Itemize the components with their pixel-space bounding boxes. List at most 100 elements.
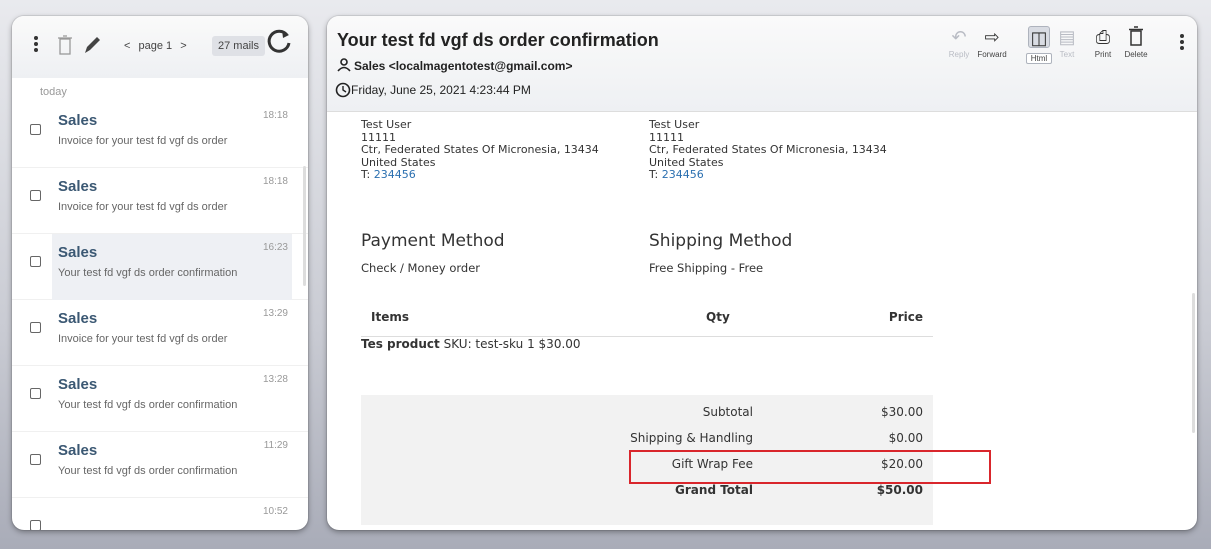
select-checkbox[interactable]	[30, 454, 41, 465]
text-view-button[interactable]: ▤ Text	[1047, 26, 1087, 59]
select-checkbox[interactable]	[30, 190, 41, 201]
order-items-table: Items Qty Price Tes product SKU: test-sk…	[361, 297, 933, 525]
select-checkbox[interactable]	[30, 256, 41, 267]
mail-sender: Sales	[58, 376, 98, 393]
more-options-icon[interactable]	[34, 34, 40, 54]
product-qty: 1	[527, 337, 535, 351]
next-page-button[interactable]: >	[180, 40, 186, 52]
delete-icon[interactable]	[58, 34, 72, 62]
more-options-icon[interactable]	[1180, 32, 1184, 52]
forward-button[interactable]: ⇨ Forward	[972, 26, 1012, 59]
mail-list-item[interactable]: 10:52	[12, 498, 308, 530]
subtotal-row: Subtotal $30.00	[361, 405, 933, 427]
list-scrollbar[interactable]	[303, 166, 306, 286]
refresh-icon[interactable]	[266, 26, 292, 63]
col-price: Price	[888, 310, 923, 324]
message-header: Your test fd vgf ds order confirmation S…	[327, 16, 1197, 112]
clock-icon	[335, 82, 351, 98]
payment-method-value: Check / Money order	[361, 261, 481, 275]
mail-sender: Sales	[58, 244, 98, 261]
table-header: Items Qty Price	[361, 297, 933, 337]
message-from: Sales <localmagentotest@gmail.com>	[337, 58, 572, 73]
mail-list-toolbar: < page 1 > 27 mails	[12, 16, 308, 78]
mail-subject: Invoice for your test fd vgf ds order	[58, 201, 228, 213]
pager: < page 1 >	[124, 40, 192, 52]
mail-time: 13:29	[262, 308, 288, 319]
text-view-icon: ▤	[1058, 27, 1076, 47]
billing-phone-link[interactable]: 234456	[374, 168, 416, 181]
page-label: page 1	[138, 40, 173, 52]
mail-sender: Sales	[58, 178, 98, 195]
prev-page-button[interactable]: <	[124, 40, 130, 52]
mail-time: 13:28	[262, 374, 288, 385]
mail-list-item[interactable]: Sales Your test fd vgf ds order confirma…	[12, 432, 308, 498]
shipping-method-value: Free Shipping - Free	[649, 261, 764, 275]
message-scrollbar[interactable]	[1192, 293, 1195, 433]
mail-sender: Sales	[58, 112, 98, 129]
mail-subject: Invoice for your test fd vgf ds order	[58, 333, 228, 345]
grand-total-row: Grand Total $50.00	[361, 483, 933, 505]
billing-line2: Ctr, Federated States Of Micronesia, 134…	[361, 143, 599, 156]
phone-prefix: T:	[649, 168, 662, 181]
message-panel: Your test fd vgf ds order confirmation S…	[327, 16, 1197, 530]
shipping-label: Shipping & Handling	[630, 431, 753, 445]
forward-label: Forward	[977, 50, 1007, 59]
trash-icon	[1116, 26, 1156, 48]
user-icon	[337, 58, 351, 72]
mail-list-panel: < page 1 > 27 mails today Sales Invoice …	[12, 16, 308, 530]
mail-subject: Your test fd vgf ds order confirmation	[58, 465, 238, 477]
mail-time: 10:52	[262, 506, 288, 517]
mail-sender: Sales	[58, 442, 98, 459]
email-body: Test User 11111 Ctr, Federated States Of…	[327, 113, 1197, 530]
product-price: $30.00	[538, 337, 581, 351]
date-group-label: today	[40, 86, 67, 98]
mail-subject: Your test fd vgf ds order confirmation	[58, 399, 238, 411]
billing-phone: T: 234456	[361, 168, 599, 182]
shipping-name: Test User	[649, 118, 700, 131]
shipping-method-heading: Shipping Method	[649, 231, 793, 251]
mail-count-badge: 27 mails	[212, 36, 265, 56]
mail-summary: Sales Your test fd vgf ds order confirma…	[52, 366, 292, 432]
table-row: Tes product SKU: test-sku 1 $30.00	[361, 337, 933, 395]
select-checkbox[interactable]	[30, 124, 41, 135]
mail-time: 11:29	[263, 440, 288, 451]
shipping-address: Test User 11111 Ctr, Federated States Of…	[649, 118, 887, 182]
mail-list-item[interactable]: Sales Invoice for your test fd vgf ds or…	[12, 102, 308, 168]
mail-subject: Invoice for your test fd vgf ds order	[58, 135, 228, 147]
mail-list-item[interactable]: Sales Invoice for your test fd vgf ds or…	[12, 168, 308, 234]
mail-time: 18:18	[262, 176, 288, 187]
compose-icon[interactable]	[82, 34, 102, 62]
mail-summary: Sales Invoice for your test fd vgf ds or…	[52, 168, 292, 234]
billing-name: Test User	[361, 118, 412, 131]
mail-summary: Sales Invoice for your test fd vgf ds or…	[52, 300, 292, 366]
mail-summary: Sales Your test fd vgf ds order confirma…	[52, 432, 292, 498]
select-checkbox[interactable]	[30, 322, 41, 333]
mail-sender: Sales	[58, 310, 98, 327]
select-checkbox[interactable]	[30, 520, 41, 530]
mail-summary: 10:52	[52, 498, 292, 530]
mail-summary: Sales Invoice for your test fd vgf ds or…	[52, 102, 292, 168]
shipping-value: $0.00	[888, 431, 923, 445]
text-label: Text	[1059, 50, 1075, 59]
sender-address: Sales <localmagentotest@gmail.com>	[354, 59, 573, 73]
message-subject: Your test fd vgf ds order confirmation	[337, 30, 659, 50]
date-text: Friday, June 25, 2021 4:23:44 PM	[351, 83, 531, 97]
mail-list-item[interactable]: Sales Your test fd vgf ds order confirma…	[12, 366, 308, 432]
forward-icon: ⇨	[984, 27, 1000, 47]
shipping-line2: Ctr, Federated States Of Micronesia, 134…	[649, 143, 887, 156]
mail-time: 16:23	[262, 242, 288, 253]
payment-method-heading: Payment Method	[361, 231, 505, 251]
shipping-phone-link[interactable]: 234456	[662, 168, 704, 181]
highlight-box	[629, 450, 991, 484]
delete-label: Delete	[1124, 50, 1148, 59]
mail-list-item[interactable]: Sales Invoice for your test fd vgf ds or…	[12, 300, 308, 366]
mail-summary: Sales Your test fd vgf ds order confirma…	[52, 234, 292, 300]
select-checkbox[interactable]	[30, 388, 41, 399]
delete-button[interactable]: Delete	[1116, 26, 1156, 59]
phone-prefix: T:	[361, 168, 374, 181]
mail-list-item-selected[interactable]: Sales Your test fd vgf ds order confirma…	[12, 234, 308, 300]
col-qty: Qty	[706, 310, 730, 324]
product-sku: SKU: test-sku	[443, 337, 524, 351]
grand-total-label: Grand Total	[675, 483, 753, 497]
mail-list: Sales Invoice for your test fd vgf ds or…	[12, 102, 308, 530]
